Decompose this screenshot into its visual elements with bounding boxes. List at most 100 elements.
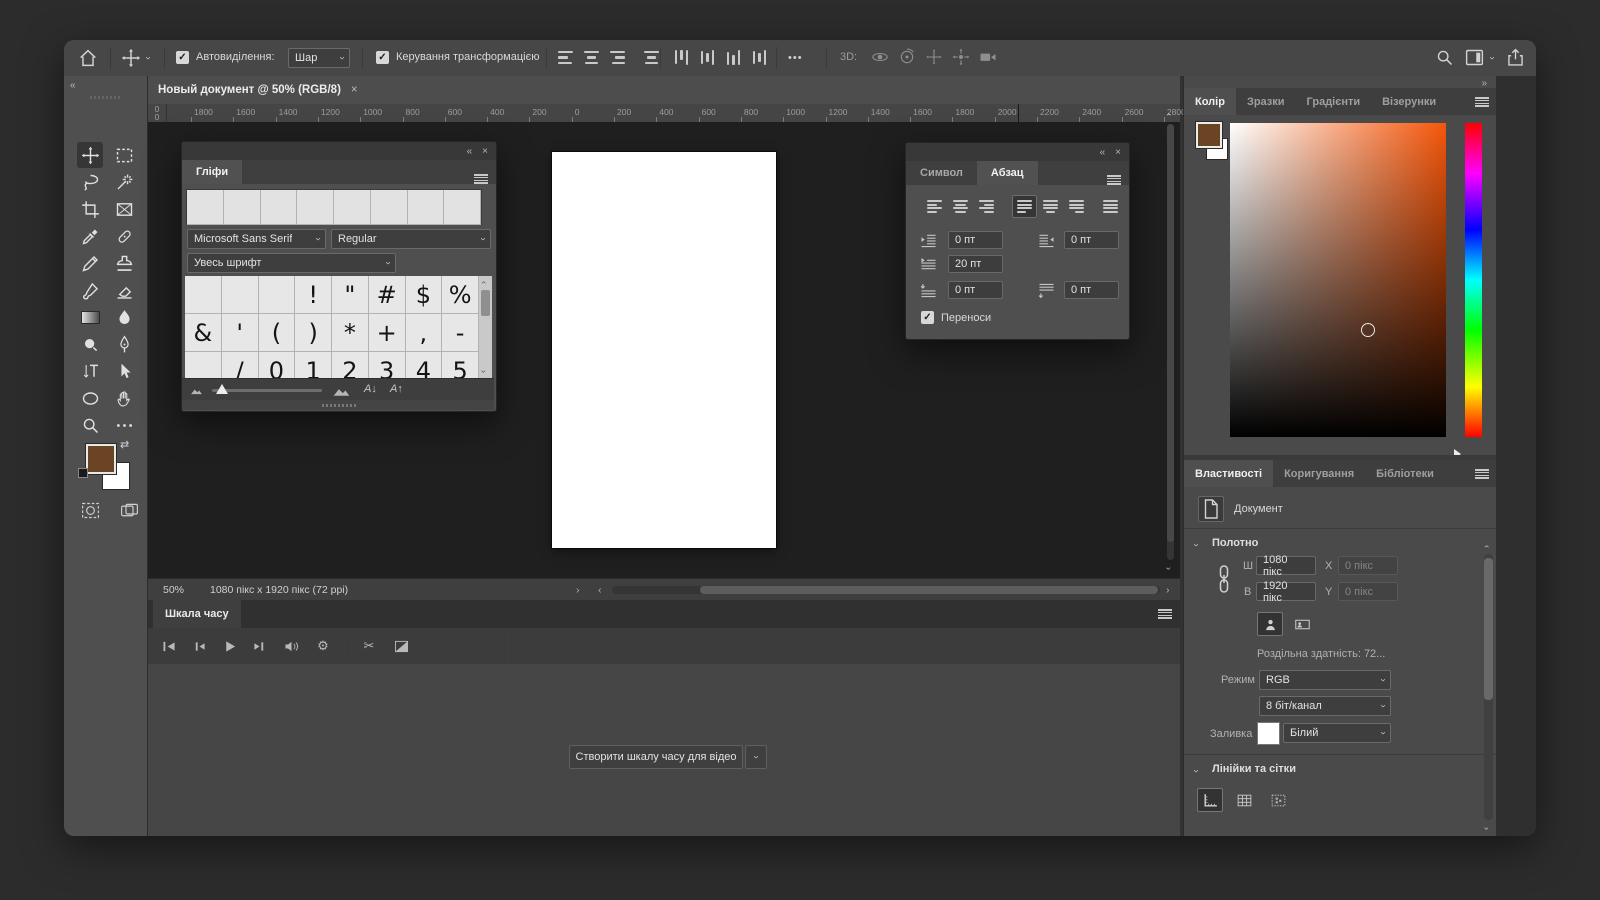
glyph-cell[interactable]: ( xyxy=(259,314,296,352)
canvas-section-title[interactable]: Полотно xyxy=(1212,537,1258,549)
scroll-right-icon[interactable]: › xyxy=(1166,584,1170,596)
lasso-tool[interactable] xyxy=(77,169,103,195)
align-justify-right-button[interactable] xyxy=(1064,195,1089,218)
fill-color-swatch[interactable] xyxy=(1257,722,1280,745)
align-right-button[interactable] xyxy=(974,195,999,218)
recent-glyph-cell[interactable] xyxy=(224,190,261,225)
font-style-dropdown[interactable]: Regular › xyxy=(331,229,491,249)
font-family-dropdown[interactable]: Microsoft Sans Serif › xyxy=(187,229,326,249)
chevron-down-icon[interactable]: › xyxy=(143,56,153,59)
transition-icon[interactable] xyxy=(390,637,412,655)
color-field-marker[interactable] xyxy=(1361,323,1375,337)
y-field[interactable]: 0 пікс xyxy=(1338,582,1398,601)
tab-properties[interactable]: Властивості xyxy=(1184,460,1273,487)
glyph-cell[interactable] xyxy=(222,276,259,314)
align-horizontal-centers-icon[interactable] xyxy=(582,49,601,66)
glyph-cell[interactable] xyxy=(185,276,222,314)
zoom-in-mountain-icon[interactable] xyxy=(332,384,351,397)
transform-controls-checkbox[interactable]: ✓ xyxy=(376,51,389,64)
close-icon[interactable]: × xyxy=(482,146,488,157)
glyph-cell[interactable]: 4 xyxy=(406,352,443,378)
autoselect-checkbox[interactable]: ✓ xyxy=(176,51,189,64)
glyph-cell[interactable] xyxy=(259,276,296,314)
glyph-cell[interactable]: ' xyxy=(222,314,259,352)
tab-color[interactable]: Колір xyxy=(1184,88,1236,115)
zoom-level[interactable]: 50% xyxy=(163,584,184,596)
glyph-cell[interactable]: & xyxy=(185,314,222,352)
color-field[interactable] xyxy=(1230,123,1446,437)
align-justify-left-button[interactable] xyxy=(1012,195,1037,218)
align-top-edges-icon[interactable] xyxy=(673,48,690,67)
glyph-zoom-slider[interactable] xyxy=(212,389,322,392)
foreground-color-swatch[interactable] xyxy=(1196,122,1222,148)
glyph-cell[interactable]: % xyxy=(442,276,479,314)
status-popup-icon[interactable]: › xyxy=(576,584,580,596)
space-before-field[interactable]: 0 пт xyxy=(948,281,1003,299)
align-right-edges-icon[interactable] xyxy=(608,49,627,66)
pen-tool[interactable] xyxy=(111,331,137,357)
x-field[interactable]: 0 пікс xyxy=(1338,556,1398,575)
glyph-cell[interactable]: * xyxy=(332,314,369,352)
rulers-grids-section-title[interactable]: Лінійки та сітки xyxy=(1212,763,1296,775)
indent-left-field[interactable]: 0 пт xyxy=(948,231,1003,249)
glyph-cell[interactable]: " xyxy=(332,276,369,314)
panel-menu-icon[interactable] xyxy=(1475,469,1489,479)
landscape-orientation-button[interactable] xyxy=(1289,612,1315,636)
glyph-scale-up-button[interactable]: A↑ xyxy=(390,383,403,395)
pencil-tool[interactable] xyxy=(77,250,103,276)
scrollbar-thumb[interactable] xyxy=(1484,558,1493,700)
chevron-down-icon[interactable]: › xyxy=(1487,56,1497,59)
slide-3d-icon[interactable] xyxy=(951,47,971,67)
select-tool[interactable] xyxy=(111,358,137,384)
close-icon[interactable]: × xyxy=(1115,147,1121,158)
timeline-tab[interactable]: Шкала часу xyxy=(153,600,241,628)
width-field[interactable]: 1080 пікс xyxy=(1256,556,1316,575)
tab-swatches[interactable]: Зразки xyxy=(1236,88,1296,115)
orbit-3d-icon[interactable] xyxy=(870,47,890,67)
distribute-horizontal-centers-icon[interactable] xyxy=(642,49,661,66)
scroll-up-icon[interactable]: › xyxy=(1482,545,1491,548)
glyph-cell[interactable]: $ xyxy=(406,276,443,314)
glyph-cell[interactable]: 0 xyxy=(259,352,296,378)
canvas-vertical-scrollbar[interactable] xyxy=(1167,124,1174,560)
eyedropper-tool[interactable] xyxy=(77,223,103,249)
panel-grip[interactable] xyxy=(90,96,120,99)
more-options-icon[interactable]: ••• xyxy=(788,52,803,64)
frame-tool[interactable] xyxy=(111,196,137,222)
glyph-cell[interactable]: 3 xyxy=(369,352,406,378)
hyphenate-checkbox[interactable]: ✓ xyxy=(921,311,934,324)
ellipse-tool[interactable] xyxy=(77,385,103,411)
pan-3d-icon[interactable] xyxy=(924,47,944,67)
healing-tool[interactable] xyxy=(111,223,137,249)
scroll-down-icon[interactable]: › xyxy=(1482,827,1491,830)
roll-3d-icon[interactable] xyxy=(897,47,917,67)
glyph-cell[interactable]: 5 xyxy=(442,352,479,378)
toggle-grid-button[interactable] xyxy=(1231,788,1257,812)
align-center-button[interactable] xyxy=(948,195,973,218)
create-timeline-button[interactable]: Створити шкалу часу для відео xyxy=(569,745,743,769)
dodge-tool[interactable] xyxy=(77,331,103,357)
timeline-settings-icon[interactable]: ⚙ xyxy=(312,637,334,655)
recent-glyph-cell[interactable] xyxy=(371,190,408,225)
panel-menu-icon[interactable] xyxy=(1158,609,1172,619)
portrait-orientation-button[interactable] xyxy=(1257,612,1283,636)
workspace-icon[interactable] xyxy=(1464,47,1485,68)
foreground-color-swatch[interactable] xyxy=(86,444,116,474)
brush-tool[interactable] xyxy=(77,277,103,303)
panel-menu-icon[interactable] xyxy=(1107,175,1121,185)
play-button[interactable] xyxy=(218,637,240,655)
move-tool[interactable] xyxy=(77,142,103,168)
toggle-pixel-grid-button[interactable] xyxy=(1265,788,1291,812)
share-icon[interactable] xyxy=(1505,47,1526,68)
glyph-cell[interactable]: 2 xyxy=(332,352,369,378)
glyph-scale-down-button[interactable]: A↓ xyxy=(364,383,377,395)
panel-resize-grip[interactable] xyxy=(322,404,356,407)
canvas-horizontal-scrollbar[interactable] xyxy=(612,586,1160,594)
eraser-tool[interactable] xyxy=(111,277,137,303)
bit-depth-dropdown[interactable]: 8 біт/канал › xyxy=(1259,696,1391,716)
link-dimensions-icon[interactable] xyxy=(1216,564,1232,594)
mode-dropdown[interactable]: RGB › xyxy=(1259,670,1391,690)
scrollbar-thumb[interactable] xyxy=(481,290,490,316)
align-justify-all-button[interactable] xyxy=(1098,195,1123,218)
tab-gradients[interactable]: Градієнти xyxy=(1296,88,1372,115)
